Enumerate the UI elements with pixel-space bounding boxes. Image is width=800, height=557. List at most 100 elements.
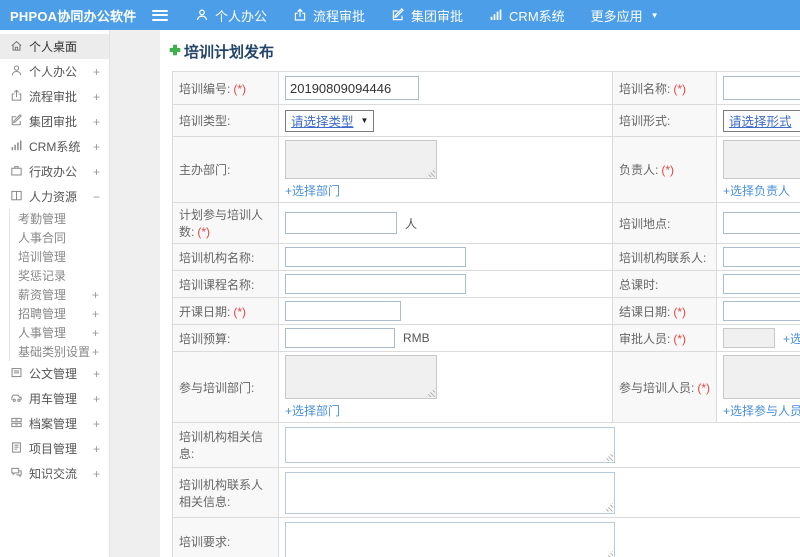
course-name-input[interactable] (285, 274, 466, 294)
topnav-group-approval[interactable]: 集团审批 (378, 0, 476, 30)
topnav-label: 集团审批 (411, 8, 464, 24)
expand-plus-icon[interactable]: + (93, 392, 100, 406)
hamburger-menu-icon[interactable] (152, 9, 168, 21)
collapse-minus-icon[interactable]: − (93, 190, 100, 204)
sidebar: 个人桌面 个人办公 + 流程审批 + 集团审批 + CRM系统 + 行政办公 +… (0, 30, 110, 557)
select-join-staff-link[interactable]: +选择参与人员 (723, 402, 800, 419)
expand-plus-icon[interactable]: + (92, 326, 109, 340)
training-type-select[interactable]: 请选择类型 ▼ (285, 109, 375, 132)
expand-plus-icon[interactable]: + (93, 90, 100, 104)
document-icon (10, 366, 29, 382)
sidebar-subitem-salary-mgmt[interactable]: 薪资管理 + (18, 285, 109, 304)
sidebar-item-personal-desktop[interactable]: 个人桌面 (0, 34, 109, 59)
expand-plus-icon[interactable]: + (93, 417, 100, 431)
required-mark: (*) (197, 225, 211, 239)
expand-plus-icon[interactable]: + (93, 367, 100, 381)
field-label-training-place: 培训地点: (619, 216, 671, 231)
join-dept-textarea[interactable] (285, 355, 437, 399)
end-date-input[interactable] (723, 301, 800, 321)
form-row: 开课日期: (*) 结课日期: (*) (172, 297, 800, 325)
app-logo: PHPOA协同办公软件 (10, 8, 137, 24)
topnav-crm[interactable]: CRM系统 (476, 0, 578, 30)
expand-plus-icon[interactable]: + (93, 140, 100, 154)
expand-plus-icon[interactable]: + (92, 345, 109, 359)
sidebar-item-admin-office[interactable]: 行政办公 + (0, 159, 109, 184)
sidebar-item-project-mgmt[interactable]: 项目管理 + (0, 436, 109, 461)
edit-square-icon (391, 8, 405, 22)
training-plan-form: 培训编号:(*) 培训名称:(*) 培训类型: 请选择类型▼ 培训形式: 请选择… (172, 71, 800, 557)
topnav-more-apps[interactable]: 更多应用 ▼ (578, 0, 672, 30)
field-label-org-info: 培训机构相关信息: (179, 430, 264, 461)
sidebar-item-flow-approval[interactable]: 流程审批 + (0, 84, 109, 109)
required-mark: (*) (233, 81, 247, 96)
expand-plus-icon[interactable]: + (92, 307, 109, 321)
approver-box[interactable] (723, 328, 775, 348)
sidebar-item-archive-mgmt[interactable]: 档案管理 + (0, 411, 109, 436)
sidebar-subitem-base-category[interactable]: 基础类别设置 + (18, 342, 109, 361)
hr-book-icon (10, 189, 29, 205)
join-staff-textarea[interactable] (723, 355, 800, 399)
sidebar-item-personal-office[interactable]: 个人办公 + (0, 59, 109, 84)
org-name-input[interactable] (285, 247, 466, 267)
training-no-input[interactable] (285, 76, 419, 100)
expand-plus-icon[interactable]: + (93, 115, 100, 129)
sidebar-item-vehicle-mgmt[interactable]: 用车管理 + (0, 386, 109, 411)
field-label-requirement: 培训要求: (179, 535, 231, 549)
expand-plus-icon[interactable]: + (92, 288, 109, 302)
budget-unit-label: RMB (403, 331, 430, 345)
required-mark: (*) (673, 81, 687, 96)
select-dept-link[interactable]: +选择部门 (285, 182, 606, 199)
expand-plus-icon[interactable]: + (93, 65, 100, 79)
training-mode-select[interactable]: 请选择形式▼ (723, 109, 800, 132)
budget-input[interactable] (285, 328, 395, 348)
sidebar-subitem-hr-contract[interactable]: 人事合同 (18, 228, 109, 247)
host-dept-textarea[interactable] (285, 140, 437, 179)
field-label-training-mode: 培训形式: (619, 114, 671, 128)
field-label-planned-count: 计划参与培训人数: (179, 208, 264, 239)
main-panel: 培训计划发布 培训编号:(*) 培训名称:(*) 培训类型: 请选择类型▼ 培训… (160, 30, 800, 557)
sidebar-subitem-recruit-mgmt[interactable]: 招聘管理 + (18, 304, 109, 323)
total-hours-input[interactable] (723, 274, 800, 294)
select-leader-link[interactable]: +选择负责人 (723, 182, 800, 199)
org-info-textarea[interactable] (285, 427, 615, 463)
field-label-join-dept: 参与培训部门: (179, 380, 255, 395)
field-label-org-contact-info: 培训机构联系人相关信息: (179, 477, 264, 509)
project-notebook-icon (10, 441, 29, 457)
topnav-flow-approval[interactable]: 流程审批 (280, 0, 378, 30)
caret-down-icon: ▼ (360, 116, 369, 125)
required-mark: (*) (661, 163, 675, 177)
training-name-input[interactable] (723, 76, 800, 100)
expand-plus-icon[interactable]: + (93, 442, 100, 456)
expand-plus-icon[interactable]: + (93, 467, 100, 481)
leader-textarea[interactable] (723, 140, 800, 179)
sidebar-item-document-mgmt[interactable]: 公文管理 + (0, 361, 109, 386)
form-row: 参与培训部门: +选择部门 参与培训人员: (*) +选择参与人员 (172, 351, 800, 423)
flow-approval-icon (10, 89, 29, 105)
select-join-dept-link[interactable]: +选择部门 (285, 402, 606, 419)
required-mark: (*) (673, 304, 687, 319)
topnav-personal-office[interactable]: 个人办公 (182, 0, 280, 30)
sidebar-item-crm[interactable]: CRM系统 + (0, 134, 109, 159)
form-row: 培训机构名称: 培训机构联系人: (172, 243, 800, 271)
count-unit-label: 人 (405, 216, 418, 231)
training-place-input[interactable] (723, 212, 800, 234)
start-date-input[interactable] (285, 301, 401, 321)
sidebar-subitem-personnel-mgmt[interactable]: 人事管理 + (18, 323, 109, 342)
org-contact-input[interactable] (723, 247, 800, 267)
org-contact-info-textarea[interactable] (285, 471, 615, 514)
planned-count-input[interactable] (285, 212, 397, 234)
requirement-textarea[interactable] (285, 521, 615, 557)
expand-plus-icon[interactable]: + (93, 165, 100, 179)
select-approver-link[interactable]: +选择审批人员 (783, 330, 800, 347)
field-label-training-name: 培训名称: (619, 81, 671, 96)
field-label-approver: 审批人员: (619, 331, 671, 346)
sidebar-subitem-reward-record[interactable]: 奖惩记录 (18, 266, 109, 285)
sidebar-item-group-approval[interactable]: 集团审批 + (0, 109, 109, 134)
sidebar-item-hr[interactable]: 人力资源 − (0, 184, 109, 209)
sidebar-subitem-attendance[interactable]: 考勤管理 (18, 209, 109, 228)
sidebar-subitem-training-mgmt[interactable]: 培训管理 (18, 247, 109, 266)
field-label-training-no: 培训编号: (179, 81, 231, 96)
caret-down-icon: ▼ (650, 10, 659, 20)
sidebar-item-knowledge-exchange[interactable]: 知识交流 + (0, 461, 109, 486)
form-row: 培训预算: RMB 审批人员:(*) +选择审批人员 (172, 324, 800, 352)
